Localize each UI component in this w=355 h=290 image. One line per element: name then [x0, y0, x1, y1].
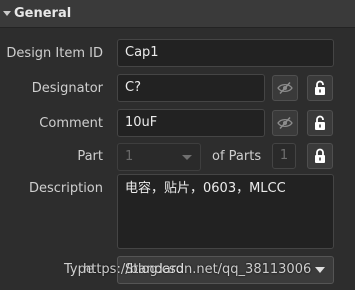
eye-slash-icon — [277, 81, 293, 95]
properties-panel: General Design Item ID Cap1 Designator C… — [0, 0, 355, 290]
part-dropdown-value: 1 — [125, 149, 134, 164]
chevron-down-icon — [315, 267, 325, 273]
part-dropdown[interactable]: 1 — [117, 143, 201, 171]
chevron-down-icon — [182, 155, 192, 160]
eye-slash-icon — [277, 116, 293, 130]
description-label: Description — [28, 181, 103, 196]
of-parts-label: of Parts — [212, 149, 262, 164]
lock-icon — [314, 148, 326, 164]
lock-icon — [314, 115, 326, 131]
general-section-header[interactable]: General — [0, 0, 355, 28]
description-textarea[interactable]: 电容，贴片，0603，MLCC — [117, 174, 334, 249]
comment-lock-button[interactable] — [307, 110, 333, 136]
section-title: General — [14, 6, 72, 21]
comment-visibility-toggle[interactable] — [272, 110, 298, 136]
designator-label: Designator — [31, 81, 103, 96]
parts-count-field: 1 — [272, 143, 296, 169]
design-item-id-label: Design Item ID — [6, 46, 103, 61]
design-item-id-input[interactable]: Cap1 — [117, 39, 334, 67]
designator-input[interactable]: C? — [117, 74, 265, 102]
collapse-arrow-icon[interactable] — [3, 11, 11, 16]
part-lock-button[interactable] — [307, 143, 333, 169]
part-label: Part — [77, 149, 103, 164]
watermark-text: https://blog.csdn.net/qq_38113006 — [83, 262, 312, 277]
comment-input[interactable]: 10uF — [117, 109, 265, 137]
lock-icon — [314, 80, 326, 96]
designator-lock-button[interactable] — [307, 75, 333, 101]
comment-label: Comment — [39, 116, 103, 131]
designator-visibility-toggle[interactable] — [272, 75, 298, 101]
